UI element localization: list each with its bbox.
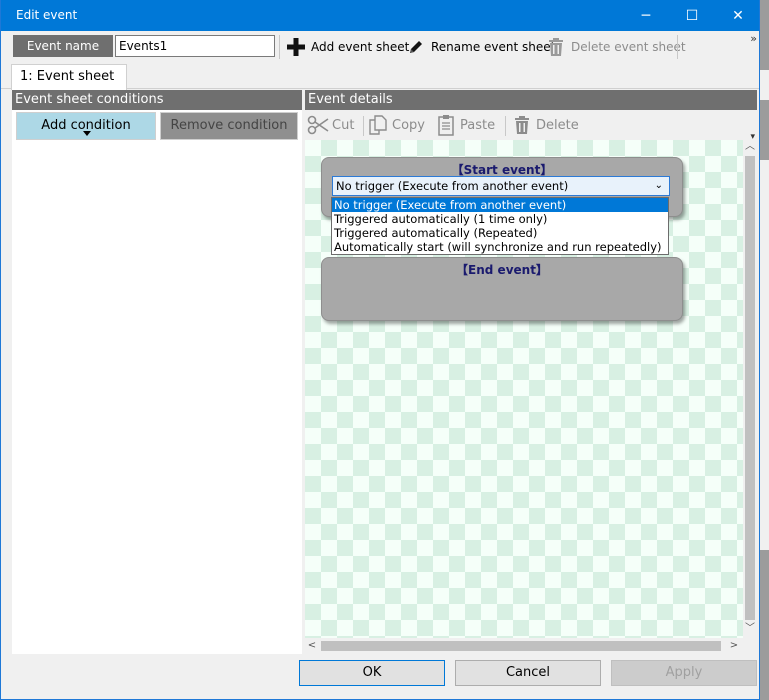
title-bar[interactable]: Edit event ─ ☐ ✕ — [1, 0, 759, 31]
copy-label: Copy — [392, 117, 425, 133]
scroll-up-icon[interactable]: ︿ — [743, 140, 757, 154]
add-condition-button[interactable]: Add condition — [16, 112, 156, 140]
trash-icon — [511, 114, 533, 136]
delete-label: Delete — [536, 117, 579, 133]
event-name-label: Event name — [13, 35, 113, 57]
dropdown-arrow-icon — [83, 131, 91, 136]
cancel-button[interactable]: Cancel — [455, 660, 601, 686]
sheet-tabs: 1: Event sheet — [1, 60, 759, 90]
vertical-scroll-thumb[interactable] — [745, 156, 755, 620]
toolbar-divider — [677, 35, 678, 59]
conditions-panel: Event sheet conditions Add condition Rem… — [12, 90, 302, 654]
horizontal-scroll-thumb[interactable] — [321, 641, 721, 651]
copy-button[interactable]: Copy — [367, 114, 425, 136]
chevron-down-icon: ⌄ — [654, 180, 663, 191]
trash-icon — [545, 36, 567, 58]
end-event-title: 【End event】 — [456, 263, 548, 277]
event-toolbar: Event name Events1 Add event sheet Renam… — [1, 32, 759, 60]
conditions-panel-header: Event sheet conditions — [12, 90, 302, 110]
ok-button[interactable]: OK — [299, 660, 445, 686]
trigger-option[interactable]: No trigger (Execute from another event) — [332, 198, 668, 212]
pencil-icon — [405, 36, 427, 58]
trigger-dropdown-list: No trigger (Execute from another event) … — [331, 197, 669, 255]
trigger-select-value: No trigger (Execute from another event) — [336, 179, 569, 193]
trigger-select[interactable]: No trigger (Execute from another event) … — [332, 176, 670, 196]
edit-event-window: Edit event ─ ☐ ✕ Event name Events1 Add … — [0, 0, 760, 700]
edit-divider — [505, 116, 506, 136]
toolbar-divider — [279, 35, 280, 59]
close-button[interactable]: ✕ — [715, 0, 761, 31]
background-window-edge — [760, 160, 769, 550]
horizontal-scrollbar[interactable]: < > — [305, 638, 743, 654]
apply-button[interactable]: Apply — [611, 660, 757, 686]
clipboard-icon — [435, 114, 457, 136]
trigger-option[interactable]: Triggered automatically (Repeated) — [332, 226, 668, 240]
event-name-input[interactable]: Events1 — [115, 35, 275, 57]
tab-event-sheet-1[interactable]: 1: Event sheet — [11, 64, 127, 90]
edit-divider — [363, 116, 364, 136]
scroll-down-icon[interactable]: ﹀ — [743, 622, 757, 636]
edit-toolbar: Cut Copy Paste Delete ▾ — [305, 110, 757, 142]
paste-label: Paste — [460, 117, 496, 133]
delete-button[interactable]: Delete — [511, 114, 579, 136]
vertical-scrollbar[interactable]: ︿ ﹀ — [743, 140, 757, 638]
add-event-sheet-button[interactable]: Add event sheet — [285, 36, 409, 58]
cut-label: Cut — [332, 117, 355, 133]
delete-event-sheet-label: Delete event sheet — [571, 40, 686, 54]
copy-icon — [367, 114, 389, 136]
scroll-left-icon[interactable]: < — [305, 638, 319, 654]
rename-event-sheet-button[interactable]: Rename event sheet — [405, 36, 555, 58]
details-panel-header: Event details — [305, 90, 757, 110]
scissors-icon — [307, 114, 329, 136]
scroll-right-icon[interactable]: > — [727, 638, 741, 654]
rename-event-sheet-label: Rename event sheet — [431, 40, 556, 54]
dialog-buttons: OK Cancel Apply — [1, 655, 759, 699]
add-event-sheet-label: Add event sheet — [311, 40, 410, 54]
minimize-button[interactable]: ─ — [623, 0, 669, 31]
delete-event-sheet-button[interactable]: Delete event sheet — [545, 36, 686, 58]
toolbar-overflow-icon[interactable]: » — [750, 32, 757, 45]
trigger-option[interactable]: Triggered automatically (1 time only) — [332, 212, 668, 226]
trigger-option[interactable]: Automatically start (will synchronize an… — [332, 240, 668, 254]
remove-condition-button[interactable]: Remove condition — [160, 112, 298, 140]
background-window-edge — [760, 70, 769, 100]
maximize-button[interactable]: ☐ — [669, 0, 715, 31]
plus-icon — [285, 36, 307, 58]
window-title: Edit event — [16, 8, 78, 22]
event-canvas[interactable]: 【Start event】 No trigger (Execute from a… — [305, 140, 743, 638]
cut-button[interactable]: Cut — [307, 114, 354, 136]
details-panel: Event details Cut Copy Paste Delete ▾ 【S… — [305, 90, 757, 654]
end-event-box[interactable]: 【End event】 — [321, 257, 683, 321]
paste-button[interactable]: Paste — [435, 114, 495, 136]
